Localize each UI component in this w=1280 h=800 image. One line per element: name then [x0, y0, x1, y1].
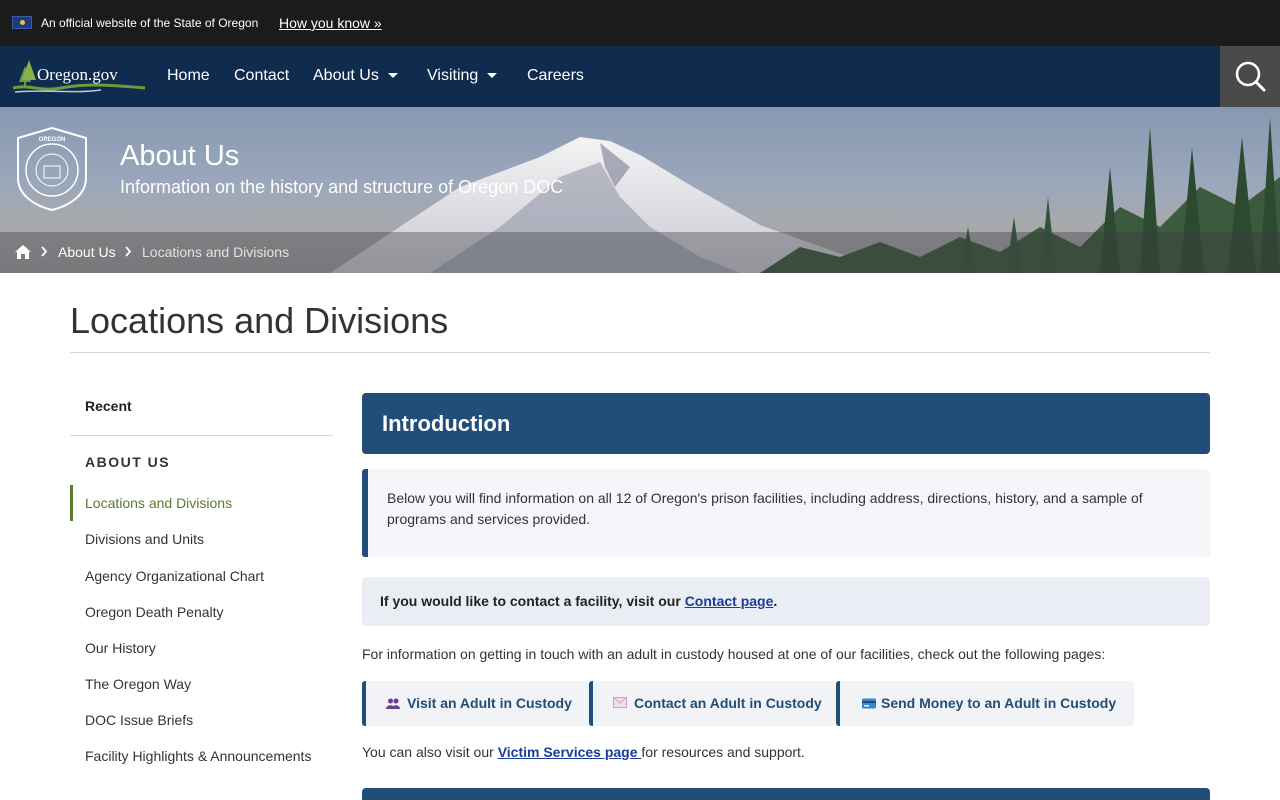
doc-seal-logo: OREGON [17, 126, 87, 212]
contact-adult-button[interactable]: Contact an Adult in Custody [589, 681, 836, 726]
victim-services-link[interactable]: Victim Services page [498, 744, 642, 760]
search-icon [1235, 61, 1266, 92]
page-title: Locations and Divisions [70, 300, 449, 341]
sidebar-heading: ABOUT US [85, 454, 171, 470]
official-banner: An official website of the State of Oreg… [0, 0, 1280, 46]
contact-suffix: . [773, 593, 778, 609]
sidebar-item-issue-briefs[interactable]: DOC Issue Briefs [85, 712, 193, 728]
contact-notice-text: If you would like to contact a facility,… [380, 593, 777, 609]
main-navigation: Oregon.gov Home Contact About Us Visitin… [0, 46, 1280, 107]
sidebar-item-our-history[interactable]: Our History [85, 640, 156, 656]
nav-visiting[interactable]: Visiting [427, 67, 498, 85]
how-you-know-link[interactable]: How you know » [279, 15, 382, 31]
nav-about-us-label: About Us [313, 67, 379, 84]
breadcrumb-current: Locations and Divisions [142, 244, 290, 260]
title-divider [70, 352, 1210, 353]
sidebar-item-locations-and-divisions[interactable]: Locations and Divisions [85, 495, 232, 511]
nav-home-label: Home [167, 67, 210, 84]
send-money-button[interactable]: Send Money to an Adult in Custody [836, 681, 1134, 726]
contact-notice: If you would like to contact a facility,… [362, 577, 1210, 626]
caret-down-icon [487, 73, 498, 79]
oregon-flag-icon [12, 16, 32, 29]
logo-text: Oregon.gov [37, 65, 118, 84]
chevron-right-icon [41, 246, 48, 257]
nav-contact-label: Contact [234, 67, 290, 84]
victim-prefix: You can also visit our [362, 744, 498, 760]
sidebar-item-death-penalty[interactable]: Oregon Death Penalty [85, 604, 224, 620]
visit-adult-button[interactable]: Visit an Adult in Custody [362, 681, 589, 726]
intro-text: Below you will find information on all 1… [387, 490, 1143, 527]
chevron-right-icon [125, 246, 132, 257]
introduction-header: Introduction [362, 393, 1210, 454]
search-button[interactable] [1220, 46, 1280, 107]
next-section-header [362, 788, 1210, 800]
custody-info-text: For information on getting in touch with… [362, 646, 1106, 662]
sidebar-item-oregon-way[interactable]: The Oregon Way [85, 676, 191, 692]
envelope-icon [613, 697, 627, 708]
visit-adult-label: Visit an Adult in Custody [407, 695, 572, 711]
nav-contact[interactable]: Contact [234, 67, 289, 85]
send-money-label: Send Money to an Adult in Custody [881, 695, 1117, 711]
nav-visiting-label: Visiting [427, 67, 479, 84]
breadcrumb-about-us[interactable]: About Us [58, 244, 116, 260]
sidebar-divider [70, 435, 333, 436]
card-icon [862, 698, 876, 709]
hero-subtitle: Information on the history and structure… [120, 177, 564, 197]
sidebar-recent[interactable]: Recent [85, 398, 132, 414]
caret-down-icon [387, 73, 398, 79]
contact-page-link[interactable]: Contact page [685, 593, 774, 609]
oregon-gov-logo[interactable]: Oregon.gov [11, 58, 147, 96]
victim-services-text: You can also visit our Victim Services p… [362, 744, 805, 760]
breadcrumb: About Us Locations and Divisions [0, 232, 1280, 273]
hero-banner: OREGON About Us Information on the histo… [0, 107, 1280, 273]
contact-adult-label: Contact an Adult in Custody [634, 695, 822, 711]
sidebar-item-facility-highlights[interactable]: Facility Highlights & Announcements [85, 748, 311, 764]
victim-suffix: for resources and support. [641, 744, 805, 760]
hero-title: About Us [120, 140, 240, 172]
official-banner-text: An official website of the State of Oreg… [41, 16, 259, 30]
nav-about-us[interactable]: About Us [313, 67, 398, 85]
sidebar-item-divisions-and-units[interactable]: Divisions and Units [85, 531, 204, 547]
nav-careers-label: Careers [527, 67, 584, 84]
svg-text:OREGON: OREGON [39, 137, 66, 143]
nav-home[interactable]: Home [167, 67, 210, 85]
sidebar-item-org-chart[interactable]: Agency Organizational Chart [85, 568, 264, 584]
home-icon[interactable] [14, 244, 32, 260]
people-icon [386, 698, 400, 709]
contact-prefix: If you would like to contact a facility,… [380, 593, 685, 609]
sidebar-active-indicator [70, 485, 73, 521]
introduction-heading: Introduction [382, 411, 511, 436]
nav-careers[interactable]: Careers [527, 67, 584, 85]
intro-callout: Below you will find information on all 1… [362, 469, 1210, 557]
